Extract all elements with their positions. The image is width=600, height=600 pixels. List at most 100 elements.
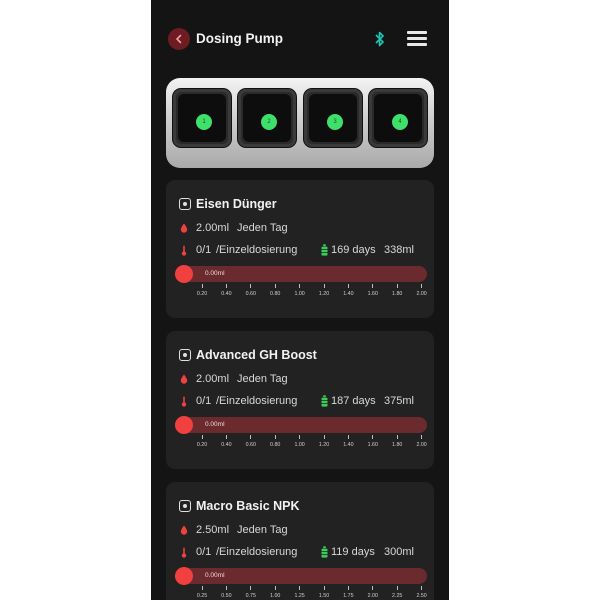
bottle-icon <box>321 395 328 407</box>
tick-mark <box>201 284 203 288</box>
scale-tick: 0.50 <box>214 586 238 599</box>
scale-tick: 0.80 <box>263 435 287 448</box>
slider-knob[interactable] <box>175 265 193 283</box>
pump-slot-2[interactable]: 2 <box>238 89 296 147</box>
tick-mark <box>201 586 203 590</box>
tick-mark <box>201 435 203 439</box>
slider-value: 0.00ml <box>205 572 225 579</box>
slider-scale: 0.20 0.40 0.60 0.80 1.00 1.20 1.40 1.60 1.80 2.00 <box>166 284 434 304</box>
scale-tick: 1.00 <box>288 435 312 448</box>
slider-knob[interactable] <box>175 416 193 434</box>
app-screen: Dosing Pump 1 2 3 4 Eisen Dünger 2.00ml … <box>151 0 449 600</box>
tick-label: 1.20 <box>318 442 330 448</box>
tick-mark <box>347 586 349 590</box>
back-button[interactable] <box>168 28 190 50</box>
tick-mark <box>225 435 227 439</box>
remaining-volume: 375ml <box>384 395 414 407</box>
scale-tick: 1.20 <box>312 435 336 448</box>
scale-tick: 1.00 <box>288 284 312 297</box>
pump-slot-3[interactable]: 3 <box>304 89 362 147</box>
tick-mark <box>347 284 349 288</box>
dosing-card-1[interactable]: Eisen Dünger 2.00ml Jeden Tag 0/1 /Einze… <box>166 180 434 318</box>
tick-label: 1.60 <box>367 442 378 448</box>
dose-amount: 2.00ml <box>196 222 230 234</box>
dose-slider[interactable]: 0.00ml <box>175 567 427 585</box>
dose-amount: 2.00ml <box>196 373 230 385</box>
tick-label: 0.80 <box>270 442 281 448</box>
dosing-card-3[interactable]: Macro Basic NPK 2.50ml Jeden Tag 0/1 /Ei… <box>166 482 434 600</box>
tick-label: 1.80 <box>392 442 403 448</box>
slider-knob[interactable] <box>175 567 193 585</box>
tick-label: 0.60 <box>245 442 256 448</box>
pump-led-2: 2 <box>261 114 277 130</box>
tick-mark <box>396 435 398 439</box>
slider-value: 0.00ml <box>205 421 225 428</box>
card-title: Macro Basic NPK <box>196 499 300 513</box>
card-title: Eisen Dünger <box>196 197 277 211</box>
tick-mark <box>372 284 374 288</box>
dose-slider[interactable]: 0.00ml <box>175 265 427 283</box>
scale-tick: 0.20 <box>190 435 214 448</box>
remaining-days: 187 days <box>331 395 376 407</box>
bluetooth-icon[interactable] <box>374 30 386 48</box>
tick-label: 0.40 <box>221 442 232 448</box>
tick-label: 0.20 <box>196 442 208 448</box>
dosing-card-2[interactable]: Advanced GH Boost 2.00ml Jeden Tag 0/1 /… <box>166 331 434 469</box>
scale-tick: 0.40 <box>214 284 238 297</box>
tick-mark <box>421 586 423 590</box>
scale-tick: 0.60 <box>239 284 263 297</box>
pump-led-3: 3 <box>327 114 343 130</box>
pump-slot-4[interactable]: 4 <box>369 89 427 147</box>
thermometer-icon <box>181 547 187 558</box>
dose-frequency: Jeden Tag <box>237 373 288 385</box>
tick-mark <box>396 284 398 288</box>
bottle-icon <box>321 244 328 256</box>
scale-tick: 0.40 <box>214 435 238 448</box>
dose-slider[interactable]: 0.00ml <box>175 416 427 434</box>
tick-label: 1.75 <box>343 593 354 599</box>
tick-mark <box>250 284 252 288</box>
tick-mark <box>299 435 301 439</box>
slider-scale: 0.25 0.50 0.75 1.00 1.25 1.50 1.75 2.00 2.25 2.50 <box>166 586 434 600</box>
tick-label: 2.50 <box>416 593 427 599</box>
scale-tick: 2.00 <box>361 586 385 599</box>
scale-tick: 1.25 <box>288 586 312 599</box>
pump-channel-panel: 1 2 3 4 <box>166 78 434 168</box>
tick-mark <box>347 435 349 439</box>
scale-tick: 0.60 <box>239 435 263 448</box>
scale-tick: 1.80 <box>385 435 409 448</box>
dose-frequency: Jeden Tag <box>237 524 288 536</box>
bottle-icon <box>321 546 328 558</box>
tick-label: 1.40 <box>343 291 354 297</box>
pump-led-1: 1 <box>196 114 212 130</box>
scale-tick: 1.75 <box>336 586 360 599</box>
scale-tick: 0.25 <box>190 586 214 599</box>
tick-label: 0.20 <box>196 291 208 297</box>
tick-label: 1.00 <box>294 291 305 297</box>
slider-value: 0.00ml <box>205 270 225 277</box>
tick-label: 0.50 <box>221 593 232 599</box>
scale-tick: 2.25 <box>385 586 409 599</box>
scale-tick: 1.00 <box>263 586 287 599</box>
scale-tick: 1.50 <box>312 586 336 599</box>
scale-tick: 1.20 <box>312 284 336 297</box>
hamburger-menu-icon[interactable] <box>407 31 427 47</box>
tick-label: 0.40 <box>221 291 232 297</box>
scale-tick: 1.60 <box>361 284 385 297</box>
remaining-days: 119 days <box>331 546 375 558</box>
tick-label: 1.60 <box>367 291 378 297</box>
tick-mark <box>299 284 301 288</box>
dose-amount: 2.50ml <box>196 524 230 536</box>
chevron-left-icon <box>175 34 182 44</box>
drop-icon <box>180 525 188 535</box>
tick-label: 0.60 <box>245 291 256 297</box>
tick-label: 1.25 <box>294 593 305 599</box>
remaining-days: 169 days <box>331 244 376 256</box>
tick-label: 0.25 <box>196 593 208 599</box>
scale-tick: 2.00 <box>410 435 434 448</box>
scale-tick: 0.75 <box>239 586 263 599</box>
pump-slot-1[interactable]: 1 <box>173 89 231 147</box>
drop-icon <box>180 374 188 384</box>
header: Dosing Pump <box>151 0 449 78</box>
dose-mode: /Einzeldosierung <box>216 244 298 256</box>
